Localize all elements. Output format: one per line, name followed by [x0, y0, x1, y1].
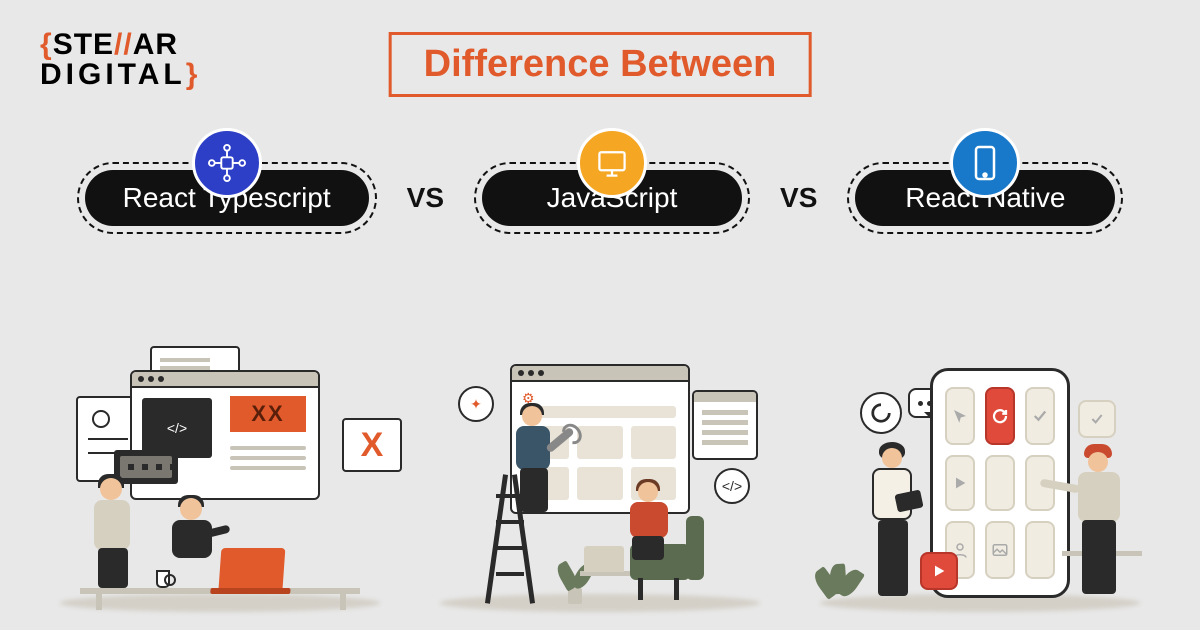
plant-icon	[818, 546, 858, 602]
person-seated-icon	[616, 482, 676, 560]
pill-javascript: JavaScript	[474, 128, 750, 234]
page-title: Difference Between	[389, 32, 812, 97]
logo-text-2: DIGITAL	[40, 58, 186, 91]
popup-window-icon	[692, 390, 758, 460]
logo-text-1a: STE	[53, 28, 114, 61]
pill-native: React Native	[847, 128, 1123, 234]
comparison-row: React Typescript VS JavaScript VS React …	[0, 128, 1200, 234]
brand-logo: {STE//AR DIGITAL}	[40, 30, 198, 90]
app-check-icon	[1025, 387, 1055, 445]
vs-separator-1: VS	[407, 182, 444, 214]
app-refresh-icon	[985, 387, 1015, 445]
person-leaning-icon	[1064, 448, 1134, 598]
brace-open-icon: {	[40, 28, 53, 61]
person-with-wrench-icon	[504, 406, 560, 516]
illustrations-row: </> XX X ✦ ⚙ </>	[0, 340, 1200, 620]
network-icon	[192, 128, 262, 198]
tablet-icon	[894, 489, 923, 512]
title-text: Difference Between	[424, 43, 777, 85]
loading-bubble-icon	[860, 392, 902, 434]
mobile-icon	[950, 128, 1020, 198]
app-check-icon	[1078, 400, 1116, 438]
logo-slash-icon: //	[114, 28, 133, 61]
person-with-tablet-icon	[862, 448, 918, 598]
app-cursor-icon	[945, 387, 975, 445]
app-blank-icon	[1025, 521, 1055, 579]
illustration-javascript: ✦ ⚙ </>	[420, 340, 780, 620]
pill-typescript: React Typescript	[77, 128, 377, 234]
brace-close-icon: }	[186, 58, 199, 91]
vs-separator-2: VS	[780, 182, 817, 214]
code-badge-icon: </>	[714, 468, 750, 504]
app-image-icon	[985, 521, 1015, 579]
monitor-icon	[577, 128, 647, 198]
close-panel-icon: X	[342, 418, 402, 472]
code-block-icon: </>	[142, 398, 212, 458]
person-icon	[160, 498, 220, 588]
app-blank-icon	[985, 455, 1015, 511]
logo-text-1b: AR	[133, 28, 178, 61]
illustration-native	[800, 340, 1160, 620]
person-icon	[84, 478, 134, 588]
app-play-icon	[945, 455, 975, 511]
illustration-typescript: </> XX X	[40, 340, 400, 620]
laptop-icon	[219, 548, 286, 588]
app-play-icon	[920, 552, 958, 590]
error-panel-icon: XX	[230, 396, 306, 432]
